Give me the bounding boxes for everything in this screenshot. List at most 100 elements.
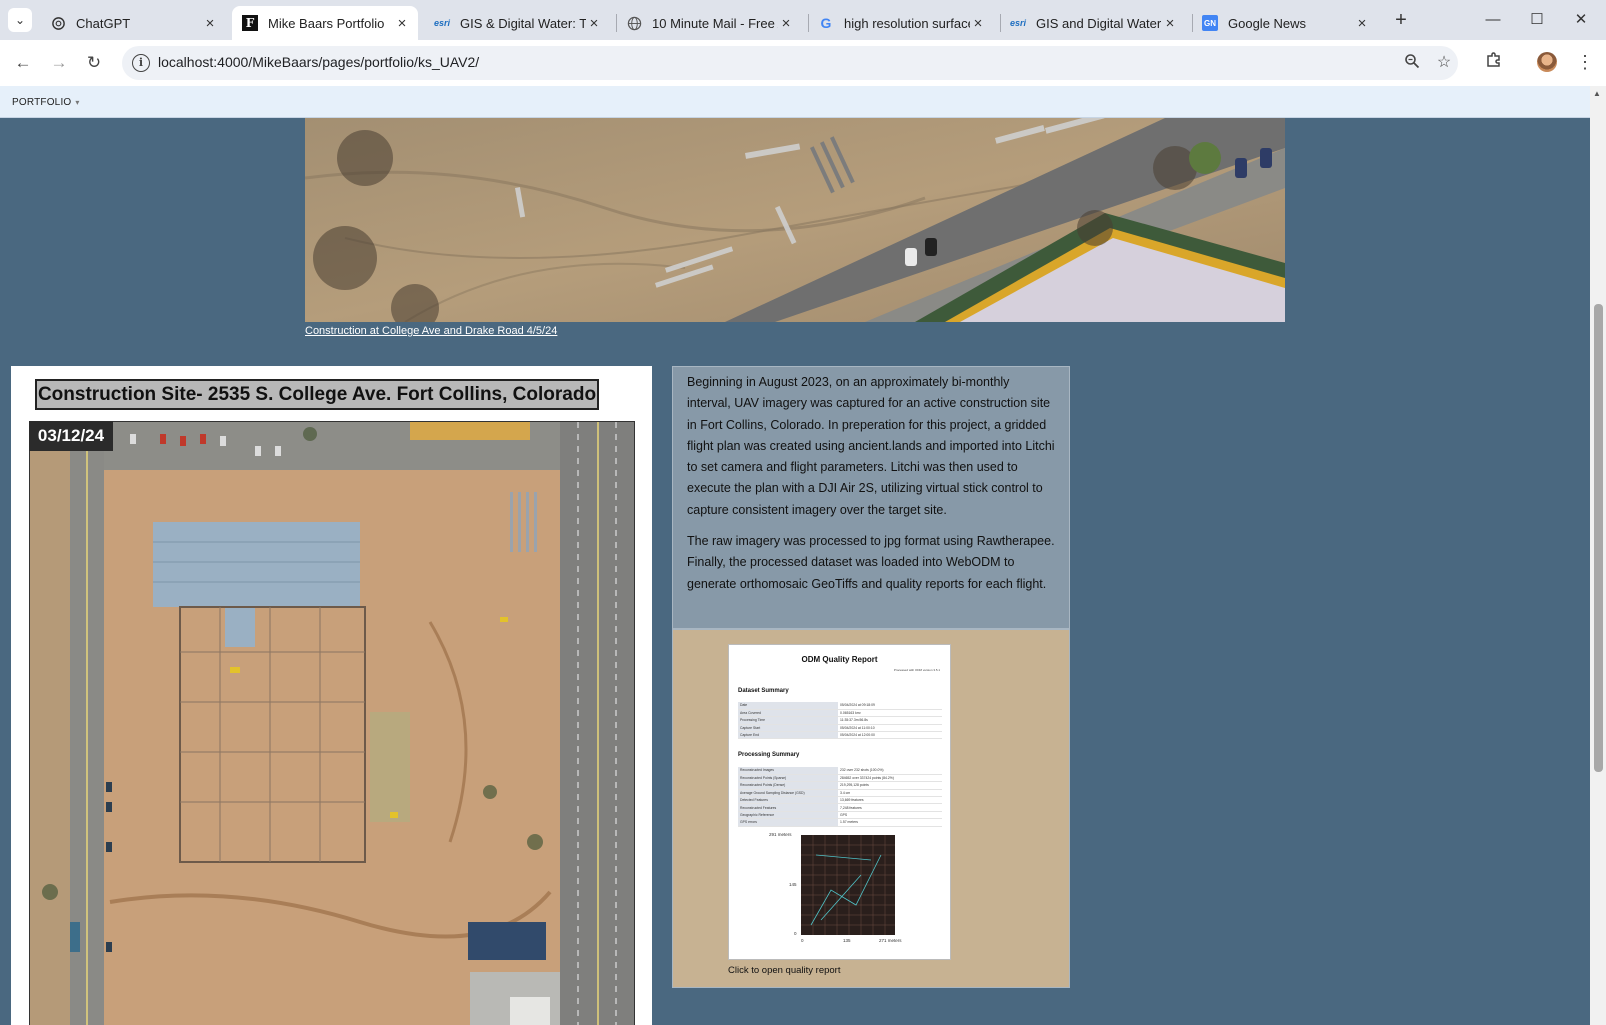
close-icon[interactable]: × xyxy=(394,15,410,32)
maximize-icon: ☐ xyxy=(1530,11,1544,28)
table-row: Area Covered 0.065163 km² xyxy=(738,709,942,718)
tab-chatgpt[interactable]: ChatGPT × xyxy=(40,6,226,40)
hero-caption-link[interactable]: Construction at College Ave and Drake Ro… xyxy=(305,325,557,337)
url-host: localhost xyxy=(158,54,214,70)
esri-icon: esri xyxy=(1010,18,1027,28)
plot-y-top-label: 291 meters xyxy=(769,832,792,837)
table-cell: 05/04/2024 at 12:00:00 xyxy=(838,731,942,740)
tab-title: ChatGPT xyxy=(76,15,131,31)
close-icon[interactable]: × xyxy=(1162,15,1178,32)
plot-y-zero-label: 0 xyxy=(794,931,797,936)
table-cell: 0.065163 km² xyxy=(838,709,942,718)
close-icon[interactable]: × xyxy=(778,15,794,32)
extensions-icon[interactable] xyxy=(1482,51,1506,75)
arrow-left-icon: ← xyxy=(14,53,32,72)
forward-button[interactable]: → xyxy=(47,51,71,75)
back-button[interactable]: ← xyxy=(11,51,35,75)
table-row: Date 05/04/2024 at 09:18:09 xyxy=(738,702,942,710)
table-cell: Area Covered xyxy=(738,709,838,718)
table-cell: Reconstructed Points (Sparse) xyxy=(738,774,838,783)
plot-y-mid-label: 145 xyxy=(789,882,797,887)
tab-google-news[interactable]: GN Google News × xyxy=(1192,6,1378,40)
tab-gis-digital-water-1[interactable]: esri GIS & Digital Water: Tra × xyxy=(424,6,610,40)
tab-title: high resolution surface xyxy=(844,15,970,31)
address-bar[interactable]: i localhost:4000/MikeBaars/pages/portfol… xyxy=(122,46,1458,80)
table-cell: 284652 over 337424 points (84.2%) xyxy=(838,774,942,783)
table-cell: Reconstructed Points (Dense) xyxy=(738,781,838,790)
site-info-icon[interactable]: i xyxy=(132,54,150,72)
maximize-button[interactable]: ☐ xyxy=(1522,8,1552,32)
caret-down-icon: ▾ xyxy=(75,98,80,107)
minimize-button[interactable]: — xyxy=(1478,8,1508,32)
url-text[interactable]: localhost:4000/MikeBaars/pages/portfolio… xyxy=(158,54,479,70)
table-cell: 05/04/2024 at 11:00:10 xyxy=(838,724,942,733)
new-tab-button[interactable]: + xyxy=(1390,10,1412,32)
poster-date-label: 03/12/24 xyxy=(29,421,113,451)
tab-10-minute-mail[interactable]: 10 Minute Mail - Free A × xyxy=(616,6,802,40)
plus-icon: + xyxy=(1395,9,1407,31)
processing-summary-heading: Processing Summary xyxy=(738,752,800,758)
portfolio-menu[interactable]: PORTFOLIO ▾ xyxy=(12,97,80,108)
close-icon[interactable]: × xyxy=(1354,15,1370,32)
openai-icon xyxy=(50,15,66,31)
portfolio-menu-label: PORTFOLIO xyxy=(12,97,72,108)
tab-search-button[interactable]: ⌄ xyxy=(8,8,32,32)
hero-aerial-photo[interactable] xyxy=(305,118,1285,322)
toolbar: ← → ↻ i localhost:4000/MikeBaars/pages/p… xyxy=(0,40,1606,86)
table-row: Capture End 05/04/2024 at 12:00:00 xyxy=(738,731,942,740)
reload-button[interactable]: ↻ xyxy=(82,51,106,75)
bookmark-star-icon[interactable]: ☆ xyxy=(1434,53,1454,73)
table-cell: Average Ground Sampling Distance (GSD) xyxy=(738,789,838,798)
report-title: ODM Quality Report xyxy=(801,655,878,664)
tab-title: GIS & Digital Water: Tra xyxy=(460,15,586,31)
more-menu-icon[interactable]: ⋮ xyxy=(1576,51,1594,75)
site-map-poster[interactable]: Construction Site- 2535 S. College Ave. … xyxy=(11,366,652,1025)
tab-gis-digital-water-2[interactable]: esri GIS and Digital Water: T × xyxy=(1000,6,1186,40)
minimize-icon: — xyxy=(1485,11,1501,28)
close-icon[interactable]: × xyxy=(202,15,218,32)
table-row: Detected Features 13,669 features xyxy=(738,796,942,805)
table-cell: Detected Features xyxy=(738,796,838,805)
chevron-down-icon: ⌄ xyxy=(14,13,26,27)
table-cell: 1.57 meters xyxy=(838,818,942,827)
close-icon: ✕ xyxy=(1574,11,1588,28)
url-path: :4000/MikeBaars/pages/portfolio/ks_UAV2/ xyxy=(213,54,480,70)
quality-report-panel: ODM Quality Report Processed with ODM ve… xyxy=(672,629,1070,988)
close-icon[interactable]: × xyxy=(970,15,986,32)
esri-icon: esri xyxy=(434,18,451,28)
table-cell: Date xyxy=(738,702,838,710)
page-content: Construction at College Ave and Drake Ro… xyxy=(0,118,1590,1025)
tab-title: 10 Minute Mail - Free A xyxy=(652,15,778,31)
zoom-icon[interactable] xyxy=(1402,53,1422,73)
table-row: GPS errors 1.57 meters xyxy=(738,818,942,827)
globe-icon xyxy=(626,15,642,31)
tab-mike-baars-portfolio[interactable]: F Mike Baars Portfolio × xyxy=(232,6,418,40)
page-scrollbar[interactable]: ▲ xyxy=(1590,86,1606,1025)
quality-report-thumbnail[interactable]: ODM Quality Report Processed with ODM ve… xyxy=(728,644,951,960)
description-paragraph-1: Beginning in August 2023, on an approxim… xyxy=(687,375,1055,517)
profile-avatar[interactable] xyxy=(1537,52,1557,72)
table-row: Reconstructed Features 7,248 features xyxy=(738,803,942,812)
table-cell: Geographic Reference xyxy=(738,811,838,820)
table-row: Reconstructed Images 232 over 232 shots (… xyxy=(738,767,942,775)
table-cell: 11:35:37.3m:56.8s xyxy=(838,716,942,725)
close-icon[interactable]: × xyxy=(586,15,602,32)
tab-title: GIS and Digital Water: T xyxy=(1036,15,1162,31)
open-quality-report-link[interactable]: Click to open quality report xyxy=(728,965,840,976)
arrow-right-icon: → xyxy=(50,53,68,72)
poster-title: Construction Site- 2535 S. College Ave. … xyxy=(35,379,599,410)
project-description: Beginning in August 2023, on an approxim… xyxy=(672,366,1070,629)
scrollbar-thumb[interactable] xyxy=(1594,304,1603,772)
table-cell: Capture Start xyxy=(738,724,838,733)
tab-strip: ⌄ ChatGPT × F Mike Baars Portfolio × esr… xyxy=(0,0,1606,40)
google-icon: G xyxy=(820,15,832,31)
tab-title: Mike Baars Portfolio xyxy=(268,15,385,31)
table-cell: GPS errors xyxy=(738,818,838,827)
scroll-up-icon[interactable]: ▲ xyxy=(1593,89,1601,98)
window-close-button[interactable]: ✕ xyxy=(1566,8,1596,32)
plot-x-zero-label: 0 xyxy=(801,938,804,943)
tab-high-resolution-surface[interactable]: G high resolution surface × xyxy=(808,6,994,40)
table-row: Average Ground Sampling Distance (GSD) 3.… xyxy=(738,789,942,798)
dataset-summary-table: Date 05/04/2024 at 09:18:09 Area Covered 0… xyxy=(738,702,942,740)
table-row: Capture Start 05/04/2024 at 11:00:10 xyxy=(738,724,942,733)
